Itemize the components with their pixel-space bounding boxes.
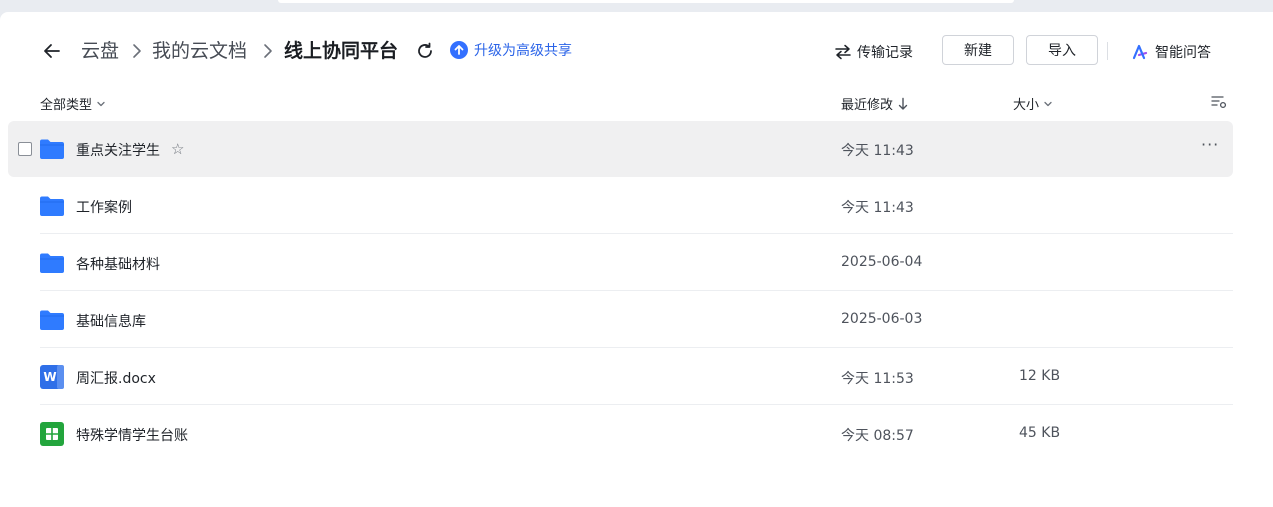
file-name[interactable]: 工作案例 (76, 197, 132, 217)
main-panel: 云盘 我的云文档 线上协同平台 升级为高级共享 传输记录 新建 导入 智能问答 … (0, 12, 1273, 507)
file-modified-time: 今天 11:53 (841, 371, 914, 387)
word-doc-icon: W (40, 365, 64, 389)
size-label: 大小 (1013, 98, 1040, 113)
page-title: 线上协同平台 (284, 40, 399, 62)
file-name[interactable]: 重点关注学生 (76, 140, 160, 160)
chevron-down-icon (1044, 101, 1052, 106)
row-checkbox[interactable] (18, 142, 32, 156)
file-modified-time: 今天 08:57 (841, 428, 914, 444)
file-row[interactable]: 重点关注学生 ☆ 今天 11:43 ··· (8, 121, 1233, 177)
file-modified-time: 2025-06-03 (841, 311, 923, 327)
file-size: 12 KB (1019, 368, 1061, 384)
breadcrumb-item-my-docs[interactable]: 我的云文档 (152, 39, 247, 63)
chevron-down-icon (97, 101, 105, 106)
type-filter-dropdown[interactable]: 全部类型 (40, 94, 106, 113)
ai-spark-icon (1132, 44, 1148, 60)
file-modified-time: 今天 11:43 (841, 143, 914, 159)
refresh-icon[interactable] (414, 40, 436, 62)
file-name[interactable]: 基础信息库 (76, 311, 146, 331)
file-row[interactable]: 各种基础材料 2025-06-04 (8, 235, 1233, 291)
folder-icon (40, 253, 64, 273)
transfer-label: 传输记录 (857, 45, 913, 61)
folder-icon (40, 196, 64, 216)
file-row[interactable]: W 周汇报.docx 今天 11:53 12 KB (8, 349, 1233, 405)
file-size: 45 KB (1019, 425, 1061, 441)
size-header[interactable]: 大小 (1013, 94, 1053, 113)
chevron-right-icon (264, 44, 272, 58)
file-row[interactable]: 工作案例 今天 11:43 (8, 178, 1233, 234)
folder-icon (40, 310, 64, 330)
upgrade-label: 升级为高级共享 (474, 43, 572, 59)
toolbar-divider (1107, 42, 1108, 60)
file-row[interactable]: 特殊学情学生台账 今天 08:57 45 KB (8, 406, 1233, 462)
breadcrumb-item-cloud[interactable]: 云盘 (81, 39, 119, 63)
import-button[interactable]: 导入 (1026, 35, 1098, 65)
star-icon[interactable]: ☆ (171, 140, 184, 158)
svg-text:W: W (43, 370, 56, 384)
folder-icon (40, 139, 64, 159)
back-arrow-icon[interactable] (41, 40, 63, 62)
file-modified-time: 2025-06-04 (841, 254, 923, 270)
upgrade-share-link[interactable]: 升级为高级共享 (450, 40, 572, 60)
file-name[interactable]: 各种基础材料 (76, 254, 160, 274)
arrow-up-circle-icon (450, 41, 468, 59)
row-divider (40, 404, 1233, 405)
row-divider (40, 290, 1233, 291)
file-row[interactable]: 基础信息库 2025-06-03 (8, 292, 1233, 348)
spreadsheet-icon (40, 422, 64, 446)
row-divider (40, 347, 1233, 348)
more-dots-icon[interactable]: ··· (1201, 135, 1219, 154)
row-divider (40, 233, 1233, 234)
file-name[interactable]: 周汇报.docx (76, 368, 156, 388)
ai-qa-button[interactable]: 智能问答 (1131, 42, 1211, 62)
list-settings-icon[interactable] (1211, 95, 1227, 109)
modified-label: 最近修改 (841, 98, 894, 113)
type-filter-label: 全部类型 (40, 98, 93, 113)
swap-arrows-icon (835, 44, 851, 60)
chevron-right-icon (133, 44, 141, 58)
sort-modified-header[interactable]: 最近修改 (841, 94, 909, 113)
file-modified-time: 今天 11:43 (841, 200, 914, 216)
new-button[interactable]: 新建 (942, 35, 1014, 65)
file-name[interactable]: 特殊学情学生台账 (76, 425, 188, 445)
transfer-records-button[interactable]: 传输记录 (834, 42, 913, 62)
ai-label: 智能问答 (1155, 45, 1211, 61)
arrow-down-icon (898, 97, 908, 110)
top-strip (278, 0, 1014, 3)
